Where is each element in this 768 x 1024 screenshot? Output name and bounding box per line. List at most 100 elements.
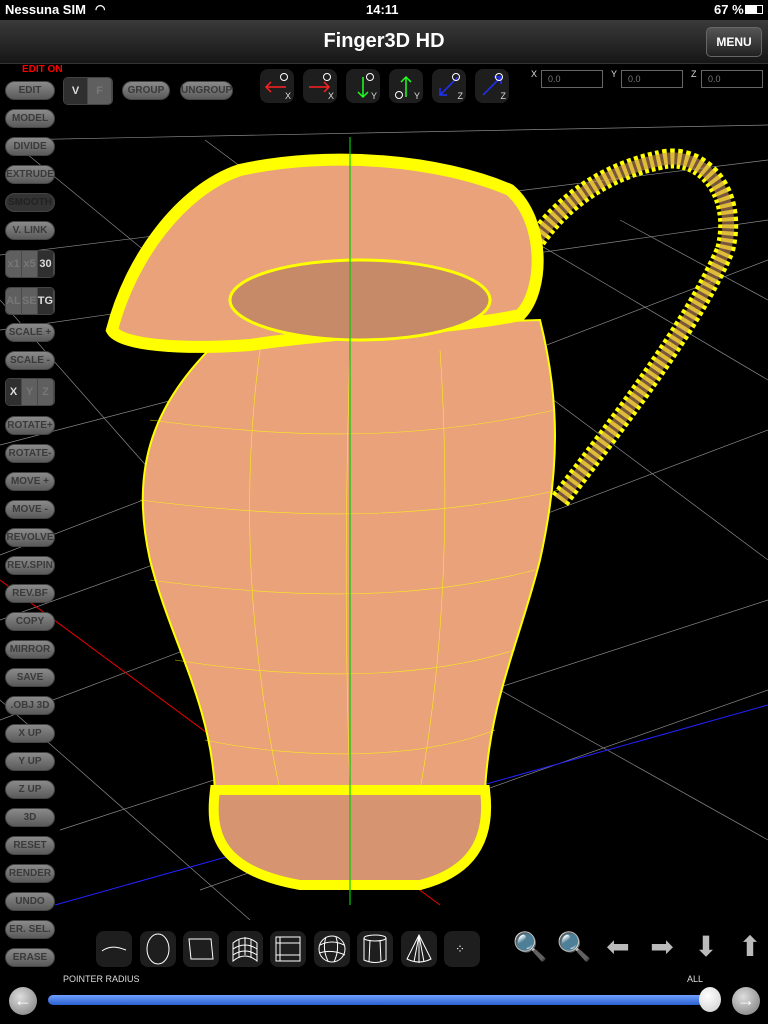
plane-icon	[188, 938, 214, 960]
side-button-s34[interactable]: REVOLVE	[5, 528, 55, 547]
tool-circle-button[interactable]	[139, 931, 176, 967]
group-button[interactable]: GROUP	[122, 81, 170, 100]
clock: 14:11	[366, 2, 399, 17]
tool-cylinder-button[interactable]	[357, 931, 393, 967]
side-button-s21[interactable]: SCALE -	[5, 351, 55, 370]
arrow-left-button[interactable]: ⬅	[600, 928, 636, 966]
circle-icon	[146, 933, 169, 965]
edit-button[interactable]: EDIT	[5, 81, 55, 100]
side-button-2[interactable]: EXTRUDE	[5, 165, 55, 184]
navigation-bar: Finger3D HD MENU	[0, 20, 768, 64]
move-up-y-button[interactable]: Y	[389, 69, 423, 103]
side-button-s318[interactable]: ER. SEL.	[5, 920, 55, 939]
side-button-s310[interactable]: .OBJ 3D	[5, 696, 55, 715]
move-out-z-button[interactable]: Z	[475, 69, 509, 103]
side-button-s319[interactable]: ERASE	[5, 948, 55, 967]
tool-sphere-button[interactable]	[313, 931, 350, 967]
mode-selector-option[interactable]: TG	[37, 288, 54, 314]
move-in-z-button[interactable]: Z	[432, 69, 466, 103]
arrow-right-button[interactable]: ➡	[644, 928, 680, 966]
axis-selector-option[interactable]: Z	[38, 379, 54, 405]
ungroup-button[interactable]: UNGROUP	[180, 81, 233, 100]
vertex-face-toggle[interactable]: V F	[63, 77, 113, 105]
x-coord-label: X	[531, 69, 538, 79]
tool-plane-button[interactable]	[183, 931, 219, 967]
side-button-s317[interactable]: UNDO	[5, 892, 55, 911]
side-button-0[interactable]: MODEL	[5, 109, 55, 128]
axis-selector-option[interactable]: Y	[22, 379, 38, 405]
side-button-s314[interactable]: 3D	[5, 808, 55, 827]
x-coord-input[interactable]	[541, 70, 603, 88]
svg-text:⁘: ⁘	[455, 942, 465, 956]
side-button-s32[interactable]: MOVE +	[5, 472, 55, 491]
app-title: Finger3D HD	[323, 30, 445, 52]
axis-label: Z	[500, 91, 507, 101]
cylinder-icon	[363, 934, 387, 963]
y-coord-label: Y	[611, 69, 618, 79]
curve-icon	[101, 946, 127, 952]
sphere-icon	[318, 935, 345, 963]
tool-grid-surface-button[interactable]	[226, 931, 263, 967]
slider-decrease-button[interactable]: ←	[9, 987, 37, 1015]
zoom-out-button[interactable]: 🔍	[556, 928, 592, 966]
move-down-y-button[interactable]: Y	[346, 69, 380, 103]
tool-box-button[interactable]	[270, 931, 306, 967]
face-mode[interactable]: F	[88, 78, 112, 104]
wifi-icon: ◠	[95, 2, 106, 16]
side-button-s35[interactable]: REV.SPIN	[5, 556, 55, 575]
z-coord-input[interactable]	[701, 70, 763, 88]
pointer-radius-slider[interactable]	[48, 995, 718, 1005]
step-selector-option[interactable]: 30	[38, 251, 54, 277]
side-button-s315[interactable]: RESET	[5, 836, 55, 855]
side-button-s31[interactable]: ROTATE-	[5, 444, 55, 463]
step-selector-option[interactable]: x1	[6, 251, 22, 277]
side-button-s20[interactable]: SCALE +	[5, 323, 55, 342]
jug-opening	[228, 258, 492, 342]
side-button-3[interactable]: SMOOTH	[5, 193, 55, 212]
arrow-down-icon: ⬇	[694, 931, 718, 962]
menu-button[interactable]: MENU	[706, 27, 762, 57]
side-button-s313[interactable]: Z UP	[5, 780, 55, 799]
battery-icon	[745, 5, 763, 14]
side-button-s39[interactable]: SAVE	[5, 668, 55, 687]
y-coord-input[interactable]	[621, 70, 683, 88]
side-button-1[interactable]: DIVIDE	[5, 137, 55, 156]
side-button-s36[interactable]: REV.BF	[5, 584, 55, 603]
tool-cone-button[interactable]	[400, 931, 437, 967]
side-button-s311[interactable]: X UP	[5, 724, 55, 743]
side-button-s38[interactable]: MIRROR	[5, 640, 55, 659]
side-button-4[interactable]: V. LINK	[5, 221, 55, 240]
zoom-in-button[interactable]: 🔍	[512, 928, 548, 966]
3d-viewport[interactable]	[0, 64, 768, 934]
axis-label: Y	[413, 91, 420, 101]
battery-text: 67 %	[714, 2, 744, 17]
points-icon: ⁘	[455, 942, 465, 956]
mode-selector[interactable]: AL SE TG	[5, 287, 55, 315]
cone-icon	[405, 933, 432, 963]
axis-selector[interactable]: XYZ	[5, 378, 55, 406]
mode-selector-option[interactable]: SE	[21, 288, 38, 314]
side-button-s30[interactable]: ROTATE+	[5, 416, 55, 435]
move-left-x-button[interactable]: X	[260, 69, 294, 103]
pointer-radius-label: POINTER RADIUS	[63, 974, 140, 984]
arrow-right-icon: ➡	[650, 931, 674, 962]
tool-curve-button[interactable]	[96, 931, 132, 967]
tool-points-button[interactable]: ⁘	[444, 931, 480, 967]
status-bar: Nessuna SIM ◠ 14:11 67 %	[0, 0, 768, 20]
step-selector-option[interactable]: x5	[22, 251, 38, 277]
slider-increase-button[interactable]: →	[732, 987, 760, 1015]
side-button-s33[interactable]: MOVE -	[5, 500, 55, 519]
side-button-s312[interactable]: Y UP	[5, 752, 55, 771]
side-button-s316[interactable]: RENDER	[5, 864, 55, 883]
side-button-s37[interactable]: COPY	[5, 612, 55, 631]
step-selector[interactable]: x1 x5 30	[5, 250, 55, 278]
slider-thumb[interactable]	[699, 987, 721, 1012]
move-right-x-button[interactable]: X	[303, 69, 337, 103]
vertex-mode[interactable]: V	[64, 78, 88, 104]
arrow-down-button[interactable]: ⬇	[688, 928, 724, 966]
axis-label: Y	[370, 91, 377, 101]
arrow-up-button[interactable]: ⬆	[732, 928, 768, 966]
arrow-left-icon: ⬅	[606, 931, 630, 962]
mode-selector-option[interactable]: AL	[6, 288, 22, 314]
axis-selector-option[interactable]: X	[6, 379, 22, 405]
